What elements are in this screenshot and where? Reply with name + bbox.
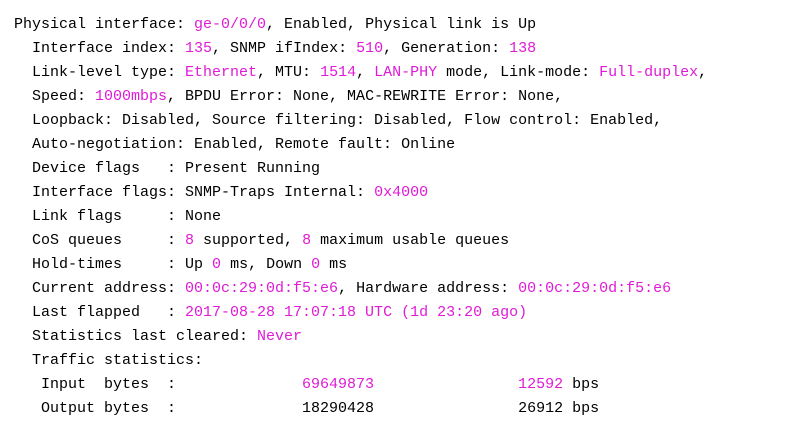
highlighted-value: 0 (311, 256, 321, 273)
terminal-line: Output bytes : 18290428 26912 bps (14, 397, 707, 421)
highlighted-value: 1000mbps (95, 88, 168, 105)
line-text: Last flapped : (14, 304, 186, 321)
line-text: ms, Down (221, 256, 312, 273)
line-text: Auto-negotiation: Enabled, Remote fault:… (14, 136, 456, 153)
line-text: supported, (194, 232, 303, 249)
highlighted-value: 00:0c:29:0d:f5:e6 (185, 280, 339, 297)
line-text: Input bytes : (14, 376, 303, 393)
highlighted-value: ge-0/0/0 (194, 16, 267, 33)
highlighted-value: 69649873 (302, 376, 375, 393)
line-text: Traffic statistics: (14, 352, 204, 369)
terminal-line: Interface flags: SNMP-Traps Internal: 0x… (14, 181, 707, 205)
highlighted-value: Never (257, 328, 303, 345)
line-text: Current address: (14, 280, 186, 297)
terminal-line: Interface index: 135, SNMP ifIndex: 510,… (14, 37, 707, 61)
line-text: , Enabled, Physical link is Up (266, 16, 537, 33)
highlighted-value: Full-duplex (599, 64, 699, 81)
terminal-line: Hold-times : Up 0 ms, Down 0 ms (14, 253, 707, 277)
terminal-line: Link flags : None (14, 205, 707, 229)
terminal-line: Traffic statistics: (14, 349, 707, 373)
line-text: Hold-times : Up (14, 256, 213, 273)
terminal-line: Loopback: Disabled, Source filtering: Di… (14, 109, 707, 133)
highlighted-value: 510 (356, 40, 384, 57)
highlighted-value: 0x4000 (374, 184, 429, 201)
line-text: , SNMP ifIndex: (212, 40, 357, 57)
line-text: Interface flags: SNMP-Traps Internal: (14, 184, 375, 201)
highlighted-value: 12592 (518, 376, 564, 393)
highlighted-value: 135 (185, 40, 213, 57)
line-text: CoS queues : (14, 232, 186, 249)
terminal-line: Link-level type: Ethernet, MTU: 1514, LA… (14, 61, 707, 85)
line-text: mode, Link-mode: (437, 64, 600, 81)
line-text: maximum usable queues (311, 232, 510, 249)
terminal-line: Current address: 00:0c:29:0d:f5:e6, Hard… (14, 277, 707, 301)
line-text: , Hardware address: (338, 280, 519, 297)
line-text: Link flags : None (14, 208, 222, 225)
terminal-line: Auto-negotiation: Enabled, Remote fault:… (14, 133, 707, 157)
line-text: , BPDU Error: None, MAC-REWRITE Error: N… (167, 88, 564, 105)
highlighted-value: LAN-PHY (374, 64, 438, 81)
line-text: bps (563, 376, 600, 393)
line-text: Loopback: Disabled, Source filtering: Di… (14, 112, 663, 129)
highlighted-value: Ethernet (185, 64, 258, 81)
terminal-line: Physical interface: ge-0/0/0, Enabled, P… (14, 13, 707, 37)
line-text: Statistics last cleared: (14, 328, 258, 345)
terminal-line: CoS queues : 8 supported, 8 maximum usab… (14, 229, 707, 253)
highlighted-value: 8 (302, 232, 312, 249)
line-text: , Generation: (383, 40, 510, 57)
highlighted-value: 2017-08-28 17:07:18 UTC (1d 23:20 ago) (185, 304, 528, 321)
highlighted-value: 138 (509, 40, 537, 57)
line-text: ms (320, 256, 348, 273)
line-text: Speed: (14, 88, 96, 105)
line-text: , (356, 64, 375, 81)
highlighted-value: 00:0c:29:0d:f5:e6 (518, 280, 672, 297)
highlighted-value: 8 (185, 232, 195, 249)
terminal-line: Device flags : Present Running (14, 157, 707, 181)
terminal-line: Last flapped : 2017-08-28 17:07:18 UTC (… (14, 301, 707, 325)
line-text: Physical interface: (14, 16, 195, 33)
line-text: Output bytes : 18290428 26912 bps (14, 400, 600, 417)
terminal-line: Input bytes : 69649873 12592 bps (14, 373, 707, 397)
line-text: , MTU: (257, 64, 321, 81)
terminal-line: Statistics last cleared: Never (14, 325, 707, 349)
line-text: , (698, 64, 708, 81)
terminal-line: Speed: 1000mbps, BPDU Error: None, MAC-R… (14, 85, 707, 109)
terminal-output: Physical interface: ge-0/0/0, Enabled, P… (14, 13, 707, 421)
highlighted-value: 0 (212, 256, 222, 273)
line-text: Device flags : Present Running (14, 160, 321, 177)
line-text (374, 376, 518, 393)
highlighted-value: 1514 (320, 64, 357, 81)
line-text: Interface index: (14, 40, 186, 57)
line-text: Link-level type: (14, 64, 186, 81)
